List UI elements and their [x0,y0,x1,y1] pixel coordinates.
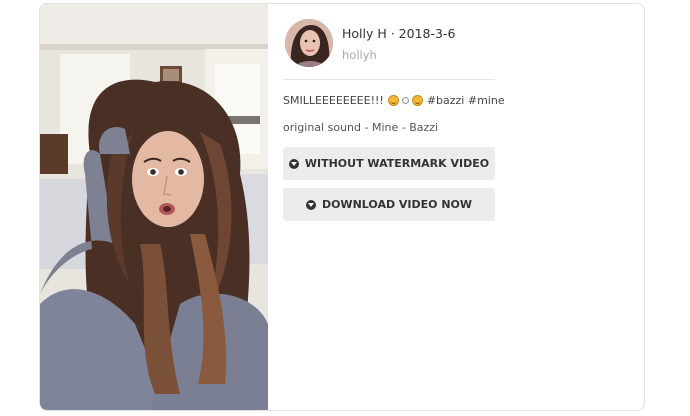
avatar-image [285,19,333,67]
divider [283,79,495,80]
description-text: SMILLEEEEEEEE!!! [283,94,384,107]
sound-info: original sound - Mine - Bazzi [283,121,439,134]
video-result-card: Holly H · 2018-3-6 hollyh SMILLEEEEEEEE!… [39,3,645,411]
video-info-panel: Holly H · 2018-3-6 hollyh SMILLEEEEEEEE!… [283,4,505,410]
download-video-label: DOWNLOAD VIDEO NOW [321,198,473,211]
download-video-button[interactable]: DOWNLOAD VIDEO NOW [283,188,495,221]
download-without-watermark-button[interactable]: WITHOUT WATERMARK VIDEO [283,147,495,180]
small-face-icon [401,97,409,104]
video-thumbnail-image [40,4,268,410]
download-circle-icon [288,158,299,169]
video-description: SMILLEEEEEEEE!!! #bazzi #mine [283,94,505,107]
laughing-face-icon [411,95,423,106]
without-watermark-label: WITHOUT WATERMARK VIDEO [304,157,490,170]
download-circle-icon [305,199,316,210]
author-date-title: Holly H · 2018-3-6 [342,26,456,41]
grinning-face-icon [387,95,399,106]
video-thumbnail[interactable] [40,4,268,410]
author-username[interactable]: hollyh [342,48,377,62]
author-avatar[interactable] [285,19,333,67]
hashtags[interactable]: #bazzi #mine [427,94,505,107]
